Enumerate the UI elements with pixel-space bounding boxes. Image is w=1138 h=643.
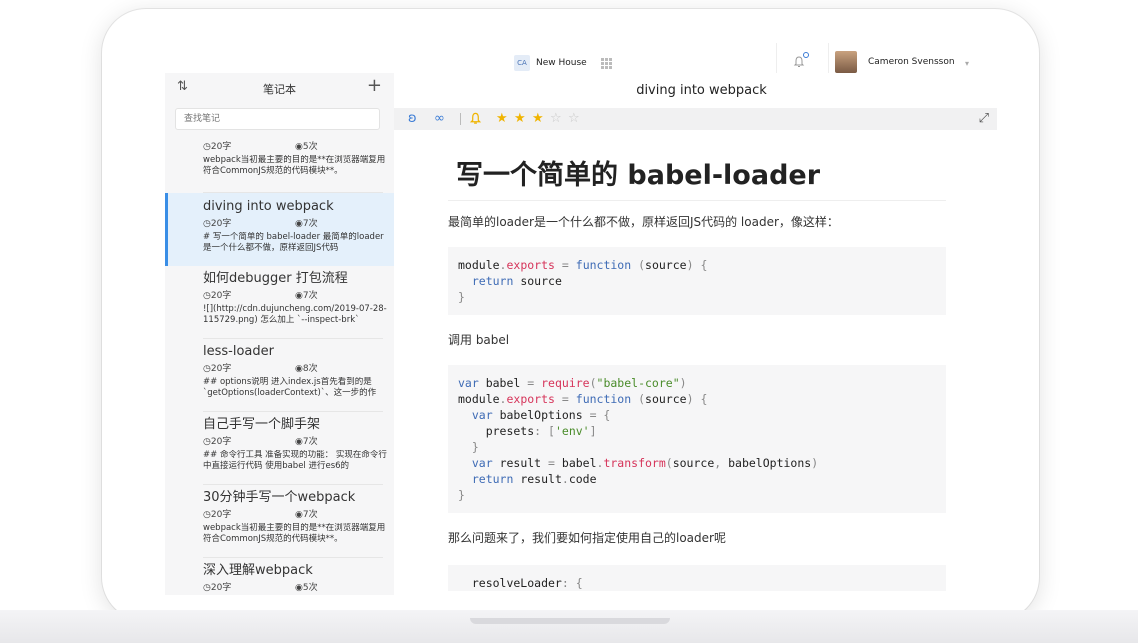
view-count: ◉5次 [295, 142, 318, 152]
chevron-down-icon[interactable]: ▾ [965, 59, 969, 68]
paragraph: 调用 babel [448, 333, 510, 347]
note-editor: diving into webpack ʚ ∞ ★ ★ ★ ☆ ☆ ⤢ 写一个简… [394, 73, 997, 595]
view-count: ◉7次 [295, 510, 318, 520]
list-item[interactable]: 深入理解webpack ◷20字 ◉5次 [165, 561, 394, 595]
article-body: 写一个简单的 babel-loader 最简单的loader是一个什么都不做，原… [448, 137, 946, 595]
sidebar-header: ⇅ 笔记本 + [165, 73, 394, 101]
share-icon[interactable]: ʚ [408, 111, 417, 126]
word-count: ◷20字 [203, 583, 232, 593]
document-title: diving into webpack [636, 83, 767, 98]
list-item[interactable]: less-loader ◷20字 ◉8次 ## options说明 进入index… [165, 342, 394, 399]
divider [460, 113, 461, 125]
divider [203, 338, 383, 339]
note-excerpt: ## options说明 进入index.js首先看到的是`getOptions… [203, 377, 377, 398]
divider [776, 43, 777, 73]
link-icon[interactable]: ∞ [434, 111, 445, 126]
note-title: 自己手写一个脚手架 [203, 417, 321, 432]
workspace-badge: CA [514, 55, 530, 71]
list-item[interactable]: 自己手写一个脚手架 ◷20字 ◉7次 ## 命令行工具 准备实现的功能： 实现在命… [165, 415, 394, 472]
workspace-name: New House [536, 58, 587, 68]
paragraph: 最简单的loader是一个什么都不做，原样返回JS代码的 loader，像这样： [448, 215, 839, 229]
note-title: 30分钟手写一个webpack [203, 490, 356, 505]
apps-grid-icon[interactable] [600, 57, 612, 69]
workspace-switcher[interactable]: CA New House [514, 55, 612, 71]
word-count: ◷20字 [203, 364, 232, 374]
view-count: ◉7次 [295, 219, 318, 229]
code-block: var babel = require("babel-core") module… [448, 365, 946, 513]
article-heading: 写一个简单的 babel-loader [448, 137, 946, 201]
star-icon-filled[interactable]: ★ [532, 111, 544, 126]
divider [203, 411, 383, 412]
list-item[interactable]: 30分钟手写一个webpack ◷20字 ◉7次 webpack当初最主要的目的是… [165, 488, 394, 545]
notification-dot [803, 52, 809, 58]
star-icon-filled[interactable]: ★ [514, 111, 526, 126]
note-excerpt: ![](http://cdn.dujuncheng.com/2019-07-28… [203, 304, 387, 325]
note-excerpt: # 写一个简单的 babel-loader 最简单的loader是一个什么都不做… [203, 232, 384, 253]
word-count: ◷20字 [203, 510, 232, 520]
note-title: less-loader [203, 344, 274, 359]
note-excerpt: webpack当初最主要的目的是**在浏览器端复用符合CommonJS规范的代码… [203, 155, 386, 176]
star-icon-empty[interactable]: ☆ [550, 111, 562, 126]
laptop-base [0, 610, 1138, 643]
laptop-notch [470, 618, 670, 624]
note-excerpt: webpack当初最主要的目的是**在浏览器端复用符合CommonJS规范的代码… [203, 523, 386, 544]
divider [203, 557, 383, 558]
add-note-button[interactable]: + [367, 75, 382, 96]
divider [828, 43, 829, 73]
word-count: ◷20字 [203, 437, 232, 447]
search-input[interactable] [175, 108, 380, 130]
word-count: ◷20字 [203, 219, 232, 229]
view-count: ◉7次 [295, 291, 318, 301]
reminder-bell-icon[interactable] [469, 112, 482, 125]
paragraph: 那么问题来了，我们要如何指定使用自己的loader呢 [448, 531, 726, 545]
divider [203, 484, 383, 485]
note-excerpt: ## 命令行工具 准备实现的功能： 实现在命令行中直接运行代码 使用babel … [203, 450, 387, 471]
note-title: diving into webpack [203, 199, 334, 214]
word-count: ◷20字 [203, 142, 232, 152]
code-block: module.exports = function (source) { ret… [448, 247, 946, 315]
view-count: ◉5次 [295, 583, 318, 593]
list-item[interactable]: 如何debugger 打包流程 ◷20字 ◉7次 ![](http://cdn.d… [165, 269, 394, 326]
list-item-active[interactable]: diving into webpack ◷20字 ◉7次 # 写一个简单的 bab… [165, 193, 394, 266]
view-count: ◉8次 [295, 364, 318, 374]
note-title: 深入理解webpack [203, 563, 313, 578]
note-title: 如何debugger 打包流程 [203, 271, 348, 286]
view-count: ◉7次 [295, 437, 318, 447]
star-icon-filled[interactable]: ★ [496, 111, 508, 126]
avatar[interactable] [835, 51, 857, 73]
list-item[interactable]: ◷20字 ◉5次 webpack当初最主要的目的是**在浏览器端复用符合Commo… [165, 139, 394, 177]
user-name[interactable]: Cameron Svensson [868, 57, 955, 67]
app-window: CA New House Cameron Svensson ▾ ⇅ 笔记本 + … [148, 43, 997, 595]
star-icon-empty[interactable]: ☆ [568, 111, 580, 126]
word-count: ◷20字 [203, 291, 232, 301]
fullscreen-icon[interactable]: ⤢ [979, 111, 989, 126]
editor-toolbar: ʚ ∞ ★ ★ ★ ☆ ☆ ⤢ [394, 108, 997, 130]
top-bar: CA New House Cameron Svensson ▾ [148, 43, 997, 73]
notes-sidebar: ⇅ 笔记本 + ◷20字 ◉5次 webpack当初最主要的目的是**在浏览器端复… [165, 73, 394, 595]
sidebar-title: 笔记本 [263, 83, 296, 96]
